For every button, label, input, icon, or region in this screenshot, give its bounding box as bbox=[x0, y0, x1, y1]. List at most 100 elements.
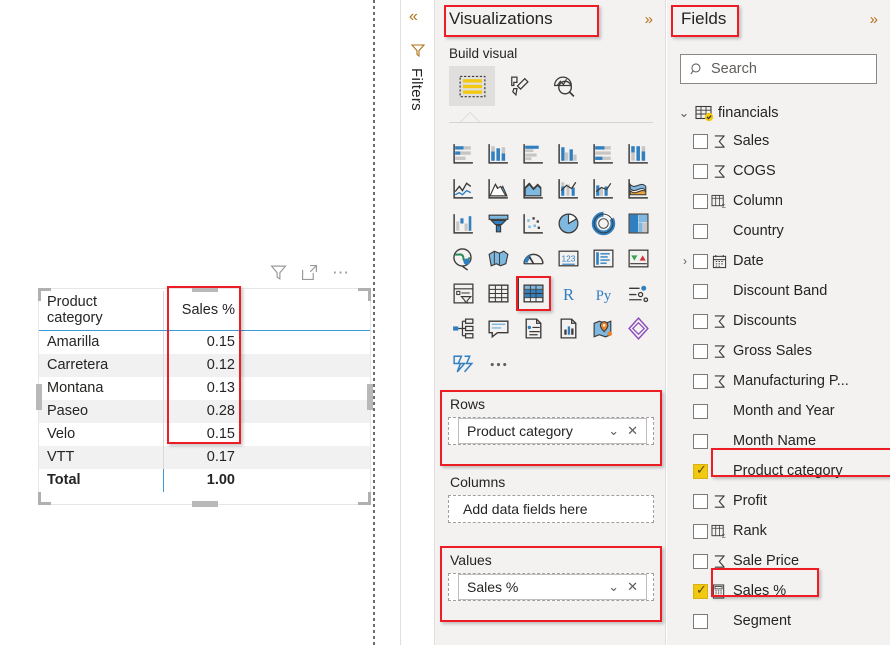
arcgis-map-icon[interactable] bbox=[586, 311, 621, 346]
columns-drop-zone[interactable]: Add data fields here bbox=[448, 495, 654, 523]
field-checkbox[interactable] bbox=[693, 373, 708, 389]
resize-handle-bottom[interactable] bbox=[191, 501, 218, 507]
field-item-gross-sales[interactable]: Gross Sales bbox=[677, 336, 890, 366]
visual-header-toolbar[interactable]: ⋯ bbox=[270, 258, 375, 286]
hundred-percent-stacked-bar-icon[interactable] bbox=[586, 136, 621, 171]
field-item-sales[interactable]: Sales % bbox=[677, 576, 890, 606]
field-checkbox[interactable] bbox=[693, 193, 708, 209]
filters-rail[interactable]: « Filters bbox=[400, 0, 434, 645]
smart-narrative-icon[interactable] bbox=[516, 311, 551, 346]
collapse-filters-icon[interactable]: « bbox=[409, 8, 418, 26]
table-icon[interactable] bbox=[481, 276, 516, 311]
search-input[interactable]: Search bbox=[680, 54, 877, 84]
fields-pane[interactable]: Fields » Search ⌄ financials Sales COGS … bbox=[667, 0, 890, 645]
table-node-financials[interactable]: ⌄ financials bbox=[677, 100, 890, 126]
field-checkbox[interactable] bbox=[693, 133, 708, 149]
format-visual-mode-button[interactable] bbox=[495, 66, 541, 106]
field-item-discount-band[interactable]: Discount Band bbox=[677, 276, 890, 306]
field-item-manufacturing-p[interactable]: Manufacturing P... bbox=[677, 366, 890, 396]
fields-tree[interactable]: ⌄ financials Sales COGS Σ Column Country › Dat… bbox=[677, 100, 890, 636]
field-checkbox[interactable] bbox=[693, 462, 708, 479]
matrix-icon[interactable] bbox=[516, 276, 551, 311]
table-row[interactable]: Montana 0.13 bbox=[39, 377, 370, 400]
field-checkbox[interactable] bbox=[693, 283, 708, 299]
resize-handle-right[interactable] bbox=[367, 383, 373, 410]
power-automate-icon[interactable] bbox=[446, 346, 481, 381]
stacked-bar-icon[interactable] bbox=[446, 136, 481, 171]
field-checkbox[interactable] bbox=[693, 403, 708, 419]
area-icon[interactable] bbox=[481, 171, 516, 206]
build-visual-mode-button[interactable] bbox=[449, 66, 495, 106]
analytics-mode-button[interactable] bbox=[541, 66, 587, 106]
visual-mode-tabs[interactable] bbox=[449, 66, 653, 110]
line-icon[interactable] bbox=[446, 171, 481, 206]
clustered-column-icon[interactable] bbox=[551, 136, 586, 171]
field-item-month-and-year[interactable]: Month and Year bbox=[677, 396, 890, 426]
field-item-discounts[interactable]: Discounts bbox=[677, 306, 890, 336]
field-checkbox[interactable] bbox=[693, 313, 708, 329]
field-checkbox[interactable] bbox=[693, 343, 708, 359]
gauge-icon[interactable] bbox=[516, 241, 551, 276]
filled-map-icon[interactable] bbox=[481, 241, 516, 276]
waterfall-icon[interactable] bbox=[446, 206, 481, 241]
powerapps-icon[interactable] bbox=[621, 311, 656, 346]
expand-visualizations-icon[interactable]: » bbox=[645, 11, 653, 28]
field-checkbox[interactable] bbox=[693, 523, 708, 539]
decomposition-tree-icon[interactable] bbox=[446, 311, 481, 346]
field-checkbox[interactable] bbox=[693, 433, 708, 449]
pie-icon[interactable] bbox=[551, 206, 586, 241]
field-item-date[interactable]: › Date bbox=[677, 246, 890, 276]
resize-handle-bottom-right[interactable] bbox=[358, 492, 371, 505]
rows-well[interactable]: Rows Product category ⌄ ✕ bbox=[442, 392, 660, 451]
values-chip-chevron-down-icon[interactable]: ⌄ bbox=[604, 579, 623, 595]
python-icon[interactable]: Py bbox=[586, 276, 621, 311]
resize-handle-top[interactable] bbox=[191, 286, 218, 292]
line-and-stacked-column-icon[interactable] bbox=[551, 171, 586, 206]
scatter-icon[interactable] bbox=[516, 206, 551, 241]
field-checkbox[interactable] bbox=[693, 553, 708, 569]
resize-handle-top-right[interactable] bbox=[358, 288, 371, 301]
stacked-column-icon[interactable] bbox=[481, 136, 516, 171]
clustered-bar-icon[interactable] bbox=[516, 136, 551, 171]
resize-handle-bottom-left[interactable] bbox=[38, 492, 51, 505]
matrix-table[interactable]: Product category Sales % Amarilla 0.15 Car… bbox=[39, 291, 370, 492]
filter-icon[interactable] bbox=[270, 264, 287, 281]
field-expander-chevron-right-icon[interactable]: › bbox=[677, 254, 693, 268]
field-item-country[interactable]: Country bbox=[677, 216, 890, 246]
field-item-sale-price[interactable]: Sale Price bbox=[677, 546, 890, 576]
field-item-rank[interactable]: Σ Rank bbox=[677, 516, 890, 546]
table-row[interactable]: Paseo 0.28 bbox=[39, 400, 370, 423]
values-field-chip[interactable]: Sales % ⌄ ✕ bbox=[458, 574, 647, 600]
field-checkbox[interactable] bbox=[693, 223, 708, 239]
slicer-icon[interactable] bbox=[446, 276, 481, 311]
r-script-icon[interactable]: R bbox=[551, 276, 586, 311]
table-row[interactable]: Velo 0.15 bbox=[39, 423, 370, 446]
values-chip-remove-icon[interactable]: ✕ bbox=[623, 579, 642, 595]
filter-funnel-icon[interactable] bbox=[410, 42, 426, 58]
focus-mode-icon[interactable] bbox=[301, 264, 318, 281]
columns-well[interactable]: Columns Add data fields here bbox=[442, 470, 660, 529]
rows-field-chip[interactable]: Product category ⌄ ✕ bbox=[458, 418, 647, 444]
key-influencers-icon[interactable] bbox=[621, 276, 656, 311]
field-checkbox[interactable] bbox=[693, 163, 708, 179]
table-row[interactable]: VTT 0.17 bbox=[39, 446, 370, 469]
column-header-sales-pct[interactable]: Sales % bbox=[162, 291, 243, 331]
field-item-column[interactable]: Σ Column bbox=[677, 186, 890, 216]
treemap-icon[interactable] bbox=[621, 206, 656, 241]
resize-handle-top-left[interactable] bbox=[38, 288, 51, 301]
field-checkbox[interactable] bbox=[693, 493, 708, 509]
more-visuals-ellipsis-icon[interactable] bbox=[481, 346, 516, 381]
ribbon-icon[interactable] bbox=[621, 171, 656, 206]
matrix-visual-container[interactable]: Product category Sales % Amarilla 0.15 Car… bbox=[36, 286, 373, 507]
field-item-product-category[interactable]: Product category bbox=[677, 456, 890, 486]
field-checkbox[interactable] bbox=[693, 253, 708, 269]
multi-row-card-icon[interactable] bbox=[586, 241, 621, 276]
paginated-report-icon[interactable] bbox=[551, 311, 586, 346]
kpi-icon[interactable] bbox=[621, 241, 656, 276]
field-item-month-name[interactable]: Month Name bbox=[677, 426, 890, 456]
field-checkbox[interactable] bbox=[693, 582, 708, 599]
expand-fields-icon[interactable]: » bbox=[870, 11, 878, 28]
table-row[interactable]: Carretera 0.12 bbox=[39, 354, 370, 377]
funnel-icon[interactable] bbox=[481, 206, 516, 241]
column-header-product-category[interactable]: Product category bbox=[39, 291, 163, 331]
